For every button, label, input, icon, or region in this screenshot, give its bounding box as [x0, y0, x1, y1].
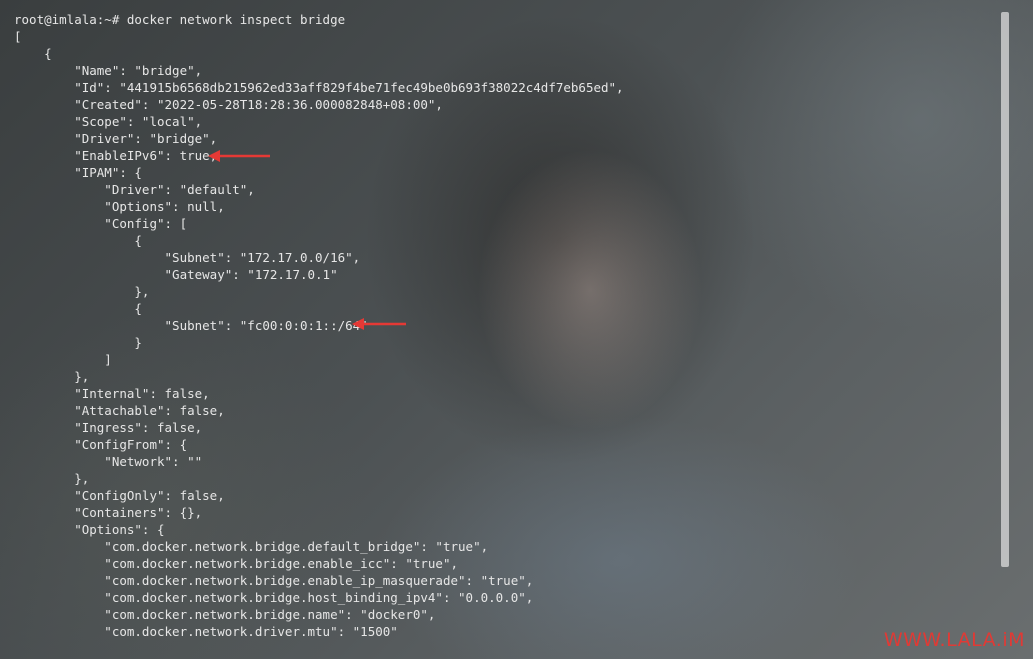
terminal-line: "com.docker.network.bridge.host_binding_… — [14, 590, 534, 605]
terminal-output: root@imlala:~# docker network inspect br… — [14, 11, 624, 640]
terminal-line: "Options": null, — [14, 199, 225, 214]
terminal-line: "Containers": {}, — [14, 505, 203, 520]
terminal-line: "com.docker.network.bridge.default_bridg… — [14, 539, 489, 554]
subnet-ipv6-arrow-icon — [352, 318, 406, 330]
terminal-line: "Options": { — [14, 522, 165, 537]
terminal-line: root@imlala:~# docker network inspect br… — [14, 12, 346, 27]
terminal-line: "ConfigOnly": false, — [14, 488, 225, 503]
terminal-line: "Attachable": false, — [14, 403, 225, 418]
terminal-line: "Scope": "local", — [14, 114, 203, 129]
terminal-line: [ — [14, 29, 22, 44]
terminal-window[interactable]: root@imlala:~# docker network inspect br… — [0, 0, 1033, 659]
terminal-line: { — [14, 46, 52, 61]
terminal-line: "Name": "bridge", — [14, 63, 203, 78]
terminal-line: "com.docker.network.bridge.enable_ip_mas… — [14, 573, 534, 588]
terminal-line: "ConfigFrom": { — [14, 437, 188, 452]
terminal-line: "Internal": false, — [14, 386, 210, 401]
terminal-line: "Id": "441915b6568db215962ed33aff829f4be… — [14, 80, 624, 95]
terminal-line: }, — [14, 471, 90, 486]
vertical-scrollbar[interactable] — [1001, 0, 1033, 659]
enable-ipv6-arrow-icon — [208, 150, 270, 162]
terminal-line: "com.docker.network.driver.mtu": "1500" — [14, 624, 398, 639]
terminal-line: } — [14, 335, 142, 350]
watermark: WWW.LALA.iM — [883, 629, 1025, 651]
terminal-line: "Gateway": "172.17.0.1" — [14, 267, 338, 282]
scrollbar-thumb[interactable] — [1001, 12, 1009, 567]
terminal-line: "Config": [ — [14, 216, 188, 231]
terminal-line: "IPAM": { — [14, 165, 142, 180]
terminal-line: { — [14, 301, 142, 316]
terminal-line: ] — [14, 352, 112, 367]
terminal-line: "Driver": "default", — [14, 182, 255, 197]
terminal-line: }, — [14, 369, 90, 384]
terminal-line: "com.docker.network.bridge.enable_icc": … — [14, 556, 459, 571]
terminal-line: "Subnet": "172.17.0.0/16", — [14, 250, 361, 265]
terminal-line: "Ingress": false, — [14, 420, 203, 435]
terminal-line: "Created": "2022-05-28T18:28:36.00008284… — [14, 97, 443, 112]
terminal-line: "Network": "" — [14, 454, 203, 469]
terminal-line: "EnableIPv6": true, — [14, 148, 218, 163]
terminal-line: "com.docker.network.bridge.name": "docke… — [14, 607, 436, 622]
terminal-line: "Driver": "bridge", — [14, 131, 218, 146]
terminal-line: "Subnet": "fc00:0:0:1::/64" — [14, 318, 368, 333]
terminal-line: }, — [14, 284, 150, 299]
terminal-line: { — [14, 233, 142, 248]
